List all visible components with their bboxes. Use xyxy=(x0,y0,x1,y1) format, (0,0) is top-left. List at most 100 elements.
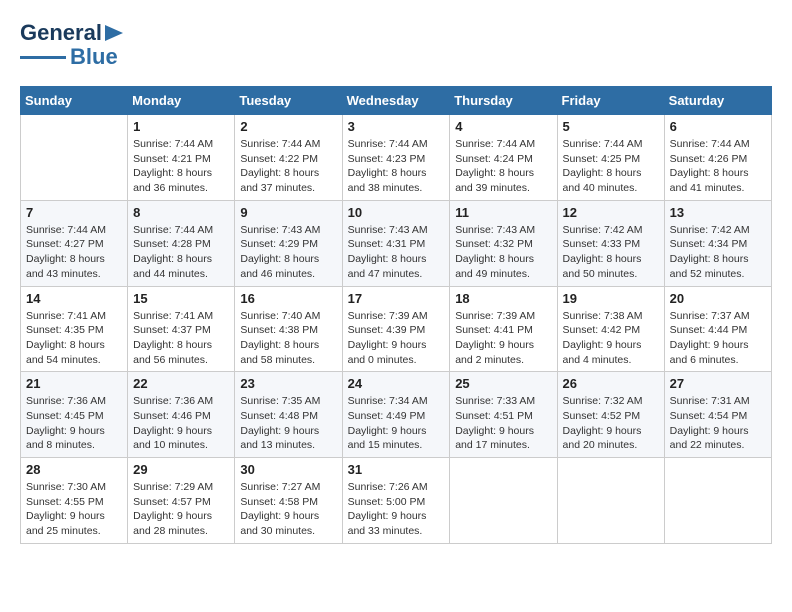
day-number: 2 xyxy=(240,119,336,134)
cell-content: Sunrise: 7:43 AMSunset: 4:31 PMDaylight:… xyxy=(348,223,445,282)
logo-underline xyxy=(20,56,66,59)
day-number: 8 xyxy=(133,205,229,220)
cell-content: Sunrise: 7:36 AMSunset: 4:45 PMDaylight:… xyxy=(26,394,122,453)
cell-content: Sunrise: 7:43 AMSunset: 4:29 PMDaylight:… xyxy=(240,223,336,282)
logo-text-blue: Blue xyxy=(70,44,118,70)
calendar-cell: 13 Sunrise: 7:42 AMSunset: 4:34 PMDayligh… xyxy=(664,200,771,286)
cell-content: Sunrise: 7:35 AMSunset: 4:48 PMDaylight:… xyxy=(240,394,336,453)
day-number: 5 xyxy=(563,119,659,134)
calendar-cell: 14Sunrise: 7:41 AMSunset: 4:35 PMDayligh… xyxy=(21,286,128,372)
calendar-header-wednesday: Wednesday xyxy=(342,87,450,115)
day-number: 11 xyxy=(455,205,551,220)
cell-content: Sunrise: 7:30 AMSunset: 4:55 PMDaylight:… xyxy=(26,480,122,539)
cell-content: Sunrise: 7:43 AMSunset: 4:32 PMDaylight:… xyxy=(455,223,551,282)
day-number: 7 xyxy=(26,205,122,220)
calendar-header-sunday: Sunday xyxy=(21,87,128,115)
day-number: 10 xyxy=(348,205,445,220)
calendar-cell: 26Sunrise: 7:32 AMSunset: 4:52 PMDayligh… xyxy=(557,372,664,458)
calendar-cell: 22 Sunrise: 7:36 AMSunset: 4:46 PMDayligh… xyxy=(128,372,235,458)
cell-content: Sunrise: 7:40 AMSunset: 4:38 PMDaylight:… xyxy=(240,309,336,368)
calendar-cell: 17 Sunrise: 7:39 AMSunset: 4:39 PMDayligh… xyxy=(342,286,450,372)
day-number: 18 xyxy=(455,291,551,306)
calendar-cell: 5 Sunrise: 7:44 AMSunset: 4:25 PMDaylight… xyxy=(557,115,664,201)
calendar-cell: 8 Sunrise: 7:44 AMSunset: 4:28 PMDaylight… xyxy=(128,200,235,286)
day-number: 30 xyxy=(240,462,336,477)
calendar-cell: 9 Sunrise: 7:43 AMSunset: 4:29 PMDaylight… xyxy=(235,200,342,286)
cell-content: Sunrise: 7:41 AMSunset: 4:37 PMDaylight:… xyxy=(133,309,229,368)
day-number: 31 xyxy=(348,462,445,477)
day-number: 22 xyxy=(133,376,229,391)
calendar-cell xyxy=(21,115,128,201)
calendar-cell: 29Sunrise: 7:29 AMSunset: 4:57 PMDayligh… xyxy=(128,458,235,544)
cell-content: Sunrise: 7:41 AMSunset: 4:35 PMDaylight:… xyxy=(26,309,122,368)
calendar-cell xyxy=(664,458,771,544)
calendar-cell: 25 Sunrise: 7:33 AMSunset: 4:51 PMDayligh… xyxy=(450,372,557,458)
calendar-cell: 24 Sunrise: 7:34 AMSunset: 4:49 PMDayligh… xyxy=(342,372,450,458)
cell-content: Sunrise: 7:31 AMSunset: 4:54 PMDaylight:… xyxy=(670,394,766,453)
cell-content: Sunrise: 7:42 AMSunset: 4:33 PMDaylight:… xyxy=(563,223,659,282)
cell-content: Sunrise: 7:44 AMSunset: 4:21 PMDaylight:… xyxy=(133,137,229,196)
day-number: 28 xyxy=(26,462,122,477)
day-number: 20 xyxy=(670,291,766,306)
calendar-cell xyxy=(450,458,557,544)
calendar-header-monday: Monday xyxy=(128,87,235,115)
page-header: General Blue xyxy=(20,20,772,70)
calendar-cell: 10 Sunrise: 7:43 AMSunset: 4:31 PMDayligh… xyxy=(342,200,450,286)
cell-content: Sunrise: 7:44 AMSunset: 4:26 PMDaylight:… xyxy=(670,137,766,196)
cell-content: Sunrise: 7:44 AMSunset: 4:23 PMDaylight:… xyxy=(348,137,445,196)
calendar-cell xyxy=(557,458,664,544)
calendar-cell: 18 Sunrise: 7:39 AMSunset: 4:41 PMDayligh… xyxy=(450,286,557,372)
calendar-table: SundayMondayTuesdayWednesdayThursdayFrid… xyxy=(20,86,772,544)
calendar-cell: 23 Sunrise: 7:35 AMSunset: 4:48 PMDayligh… xyxy=(235,372,342,458)
calendar-cell: 28 Sunrise: 7:30 AMSunset: 4:55 PMDayligh… xyxy=(21,458,128,544)
calendar-cell: 2 Sunrise: 7:44 AMSunset: 4:22 PMDaylight… xyxy=(235,115,342,201)
cell-content: Sunrise: 7:34 AMSunset: 4:49 PMDaylight:… xyxy=(348,394,445,453)
day-number: 9 xyxy=(240,205,336,220)
day-number: 6 xyxy=(670,119,766,134)
cell-content: Sunrise: 7:44 AMSunset: 4:22 PMDaylight:… xyxy=(240,137,336,196)
cell-content: Sunrise: 7:38 AMSunset: 4:42 PMDaylight:… xyxy=(563,309,659,368)
calendar-week-row: 14Sunrise: 7:41 AMSunset: 4:35 PMDayligh… xyxy=(21,286,772,372)
calendar-cell: 6 Sunrise: 7:44 AMSunset: 4:26 PMDaylight… xyxy=(664,115,771,201)
cell-content: Sunrise: 7:39 AMSunset: 4:41 PMDaylight:… xyxy=(455,309,551,368)
cell-content: Sunrise: 7:32 AMSunset: 4:52 PMDaylight:… xyxy=(563,394,659,453)
cell-content: Sunrise: 7:36 AMSunset: 4:46 PMDaylight:… xyxy=(133,394,229,453)
cell-content: Sunrise: 7:44 AMSunset: 4:24 PMDaylight:… xyxy=(455,137,551,196)
calendar-cell: 21Sunrise: 7:36 AMSunset: 4:45 PMDayligh… xyxy=(21,372,128,458)
calendar-week-row: 28 Sunrise: 7:30 AMSunset: 4:55 PMDayligh… xyxy=(21,458,772,544)
logo-text-general: General xyxy=(20,20,102,46)
calendar-week-row: 7 Sunrise: 7:44 AMSunset: 4:27 PMDaylight… xyxy=(21,200,772,286)
cell-content: Sunrise: 7:44 AMSunset: 4:28 PMDaylight:… xyxy=(133,223,229,282)
calendar-cell: 3Sunrise: 7:44 AMSunset: 4:23 PMDaylight… xyxy=(342,115,450,201)
day-number: 19 xyxy=(563,291,659,306)
cell-content: Sunrise: 7:42 AMSunset: 4:34 PMDaylight:… xyxy=(670,223,766,282)
cell-content: Sunrise: 7:27 AMSunset: 4:58 PMDaylight:… xyxy=(240,480,336,539)
calendar-cell: 4Sunrise: 7:44 AMSunset: 4:24 PMDaylight… xyxy=(450,115,557,201)
cell-content: Sunrise: 7:44 AMSunset: 4:27 PMDaylight:… xyxy=(26,223,122,282)
day-number: 13 xyxy=(670,205,766,220)
day-number: 23 xyxy=(240,376,336,391)
day-number: 17 xyxy=(348,291,445,306)
calendar-header-tuesday: Tuesday xyxy=(235,87,342,115)
logo-arrow-icon xyxy=(105,24,125,42)
calendar-cell: 11 Sunrise: 7:43 AMSunset: 4:32 PMDayligh… xyxy=(450,200,557,286)
calendar-cell: 19 Sunrise: 7:38 AMSunset: 4:42 PMDayligh… xyxy=(557,286,664,372)
day-number: 24 xyxy=(348,376,445,391)
logo: General Blue xyxy=(20,20,125,70)
calendar-week-row: 21Sunrise: 7:36 AMSunset: 4:45 PMDayligh… xyxy=(21,372,772,458)
day-number: 27 xyxy=(670,376,766,391)
cell-content: Sunrise: 7:26 AMSunset: 5:00 PMDaylight:… xyxy=(348,480,445,539)
cell-content: Sunrise: 7:39 AMSunset: 4:39 PMDaylight:… xyxy=(348,309,445,368)
cell-content: Sunrise: 7:33 AMSunset: 4:51 PMDaylight:… xyxy=(455,394,551,453)
calendar-header-thursday: Thursday xyxy=(450,87,557,115)
calendar-week-row: 1Sunrise: 7:44 AMSunset: 4:21 PMDaylight… xyxy=(21,115,772,201)
cell-content: Sunrise: 7:44 AMSunset: 4:25 PMDaylight:… xyxy=(563,137,659,196)
day-number: 25 xyxy=(455,376,551,391)
calendar-cell: 12 Sunrise: 7:42 AMSunset: 4:33 PMDayligh… xyxy=(557,200,664,286)
cell-content: Sunrise: 7:29 AMSunset: 4:57 PMDaylight:… xyxy=(133,480,229,539)
day-number: 12 xyxy=(563,205,659,220)
calendar-header-row: SundayMondayTuesdayWednesdayThursdayFrid… xyxy=(21,87,772,115)
calendar-cell: 7 Sunrise: 7:44 AMSunset: 4:27 PMDaylight… xyxy=(21,200,128,286)
calendar-header-saturday: Saturday xyxy=(664,87,771,115)
calendar-cell: 31 Sunrise: 7:26 AMSunset: 5:00 PMDayligh… xyxy=(342,458,450,544)
